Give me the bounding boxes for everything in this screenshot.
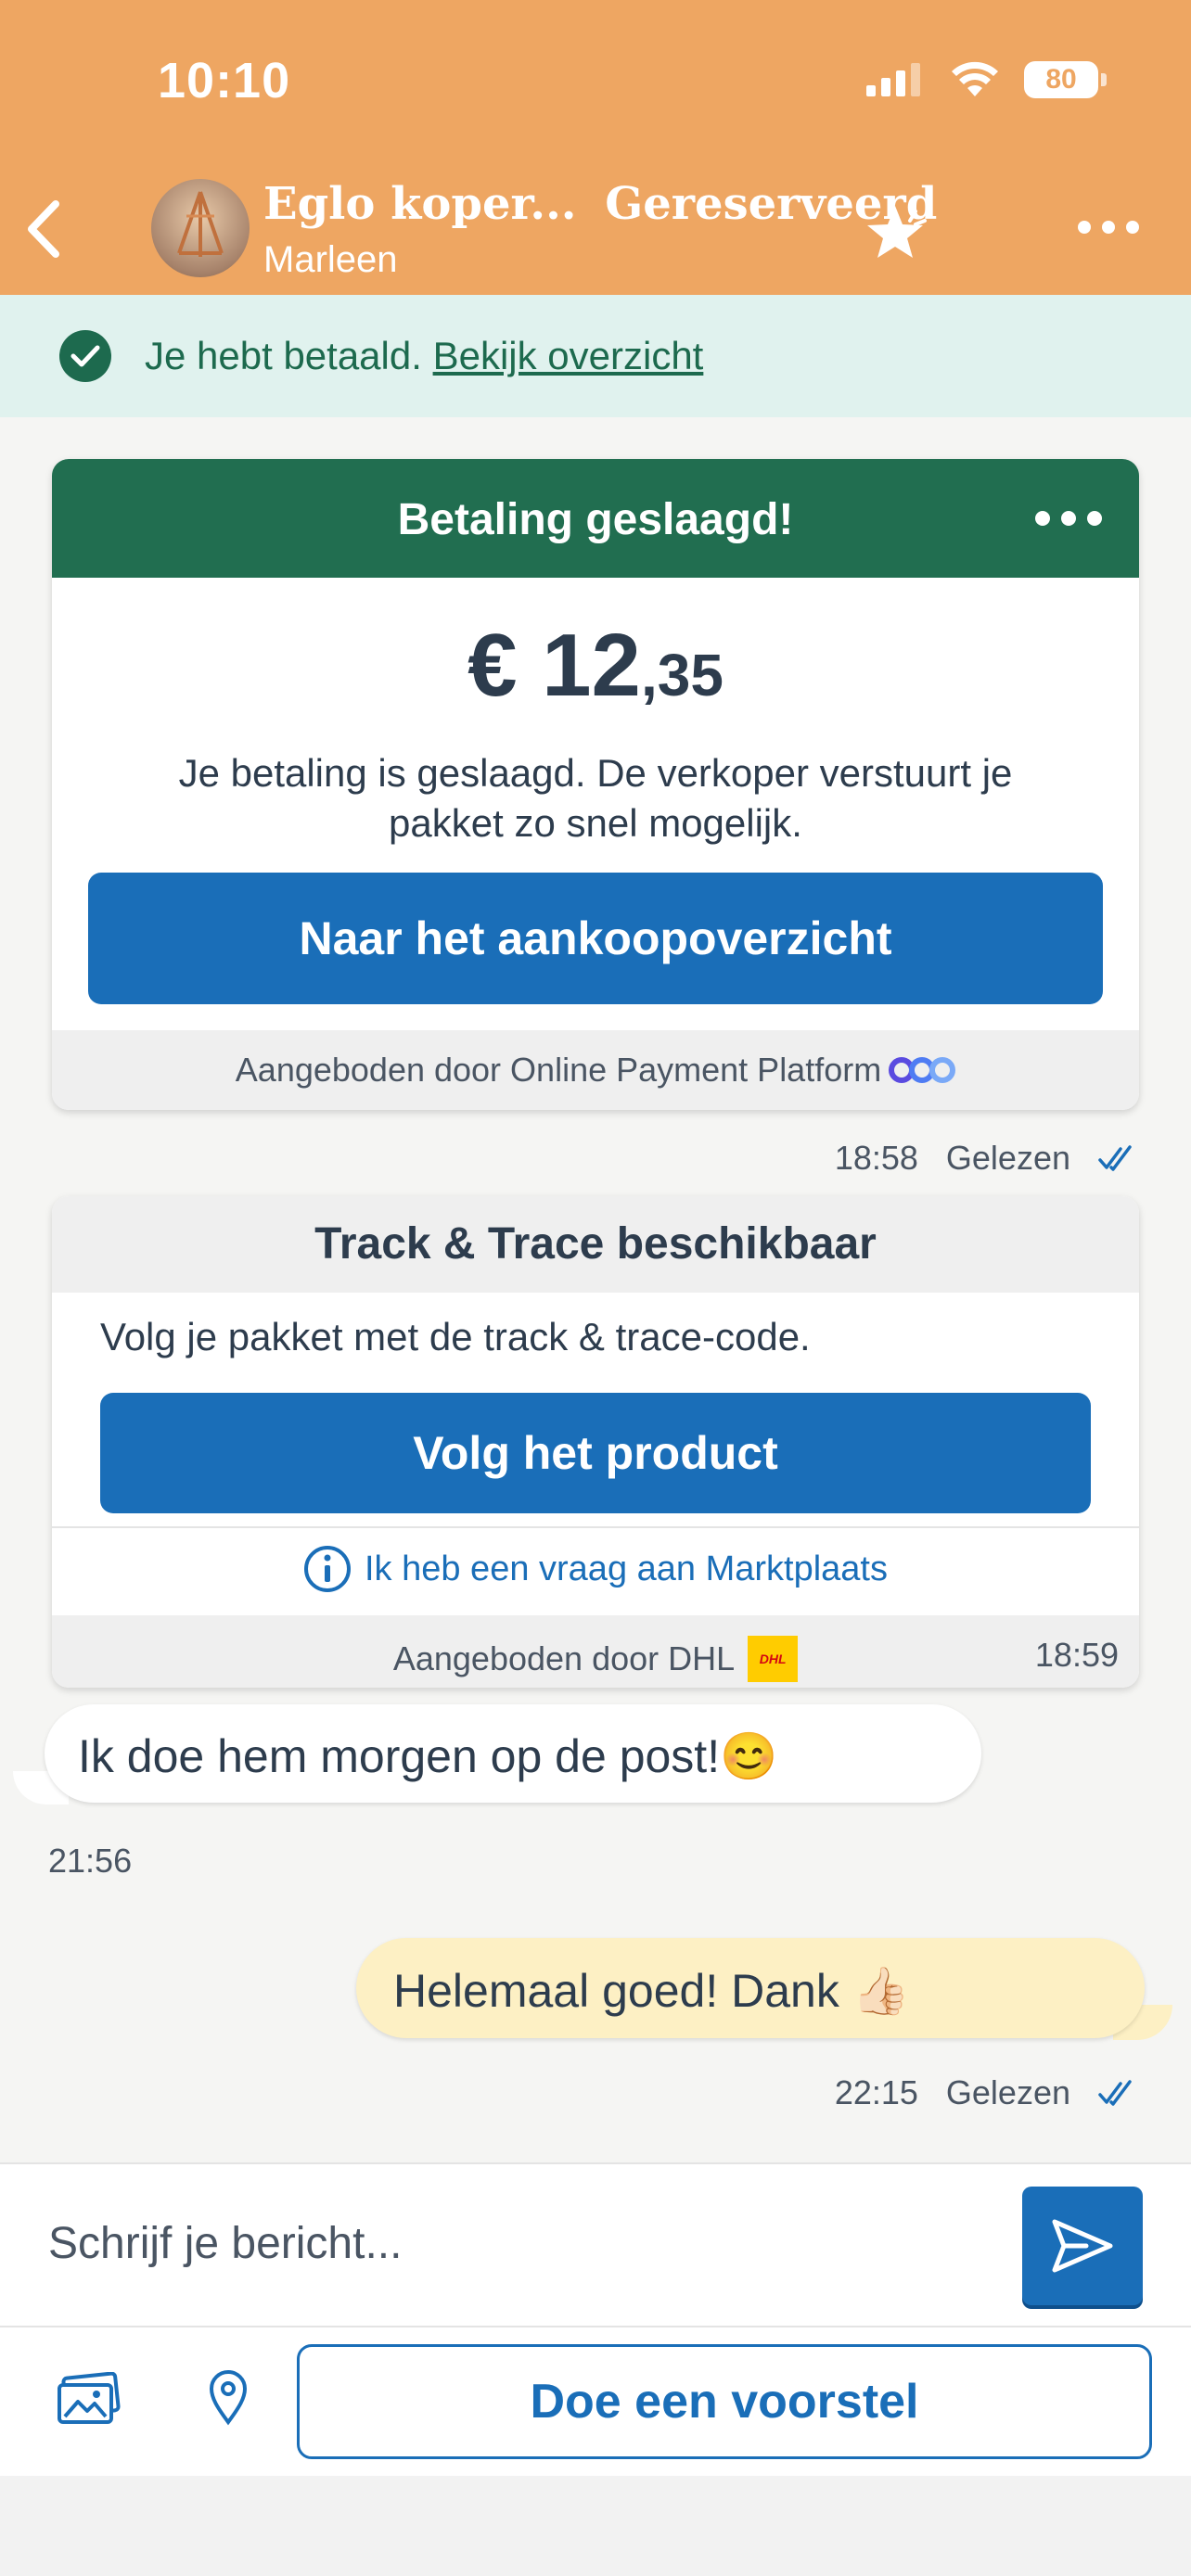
payment-meta: 18:58 Gelezen — [835, 1139, 1139, 1178]
help-link-text: Ik heb een vraag aan Marktplaats — [364, 1549, 888, 1588]
payment-provider-text: Aangeboden door Online Payment Platform — [235, 1051, 882, 1089]
track-card-description: Volg je pakket met de track & trace-code… — [100, 1315, 811, 1358]
location-pin-icon[interactable] — [208, 2370, 249, 2430]
payment-card: Betaling geslaagd! € 12,35 Je betaling i… — [52, 459, 1139, 1110]
make-offer-button[interactable]: Doe een voorstel — [297, 2344, 1152, 2459]
currency: € — [467, 616, 518, 715]
track-provider: Aangeboden door DHL DHL — [52, 1636, 1139, 1682]
amount-whole: 12 — [542, 616, 641, 715]
chat-title[interactable]: Eglo koper... Gereserveerd — [263, 178, 937, 230]
message-text: Ik doe hem morgen op de post!😊 — [78, 1730, 778, 1782]
signal-icon — [866, 63, 920, 96]
read-checkmarks-icon — [1098, 1145, 1132, 1171]
home-indicator-area — [0, 2476, 1191, 2576]
incoming-message-bubble[interactable]: Ik doe hem morgen op de post!😊 — [45, 1704, 981, 1803]
track-trace-card: Track & Trace beschikbaar Volg je pakket… — [52, 1196, 1139, 1688]
more-icon[interactable] — [1078, 221, 1139, 234]
banner-text: Je hebt betaald. — [145, 334, 422, 377]
banner-message: Je hebt betaald. Bekijk overzicht — [145, 334, 703, 378]
track-provider-text: Aangeboden door DHL — [392, 1639, 736, 1677]
message-time: 22:15 — [834, 2073, 918, 2111]
wifi-icon — [952, 61, 998, 96]
star-icon[interactable] — [867, 202, 934, 266]
listing-avatar[interactable] — [151, 179, 250, 277]
seller-name: Marleen — [263, 239, 398, 280]
check-circle-icon — [59, 330, 111, 382]
dhl-logo-icon: DHL — [748, 1636, 799, 1682]
purchase-overview-button[interactable]: Naar het aankoopoverzicht — [88, 873, 1103, 1004]
send-button[interactable] — [1022, 2187, 1143, 2305]
chat-toolbar: Doe een voorstel — [0, 2326, 1191, 2478]
message-time: 21:56 — [48, 1842, 133, 1880]
read-checkmarks-icon — [1098, 2080, 1132, 2106]
read-status: Gelezen — [945, 1139, 1070, 1177]
track-product-button[interactable]: Volg het product — [100, 1393, 1091, 1513]
message-input[interactable]: Schrijf je bericht... — [48, 2218, 402, 2269]
track-card-title: Track & Trace beschikbaar — [314, 1219, 877, 1269]
payment-description: Je betaling is geslaagd. De verkoper ver… — [178, 751, 1013, 845]
message-text: Helemaal goed! Dank 👍🏻 — [393, 1965, 910, 2017]
message-time: 18:59 — [1034, 1636, 1119, 1674]
message-composer: Schrijf je bericht... — [0, 2162, 1191, 2327]
status-time: 10:10 — [158, 53, 291, 108]
outgoing-message-bubble[interactable]: Helemaal goed! Dank 👍🏻 — [356, 1938, 1145, 2038]
listing-title: Eglo koper... — [263, 178, 577, 230]
message-time: 18:58 — [834, 1139, 918, 1177]
info-icon — [303, 1546, 351, 1592]
track-card-footer: Aangeboden door DHL DHL 18:59 — [52, 1615, 1139, 1688]
send-icon — [1052, 2219, 1113, 2273]
photo-icon[interactable] — [56, 2371, 122, 2430]
more-icon[interactable] — [1035, 511, 1102, 526]
payment-amount: € 12,35 — [52, 615, 1139, 717]
read-status: Gelezen — [945, 2073, 1070, 2111]
message-meta: 22:15 Gelezen — [835, 2073, 1139, 2112]
divider — [52, 1526, 1139, 1528]
back-chevron-icon[interactable] — [20, 197, 67, 266]
payment-card-footer: Aangeboden door Online Payment Platform — [52, 1030, 1139, 1110]
battery-indicator: 80 — [1024, 61, 1107, 98]
status-icons: 80 — [866, 61, 1107, 98]
payment-card-title: Betaling geslaagd! — [397, 495, 794, 544]
banner-link[interactable]: Bekijk overzicht — [433, 334, 704, 377]
help-link[interactable]: Ik heb een vraag aan Marktplaats — [52, 1545, 1139, 1593]
opp-logo-icon — [889, 1057, 956, 1083]
amount-cents: ,35 — [640, 642, 724, 708]
